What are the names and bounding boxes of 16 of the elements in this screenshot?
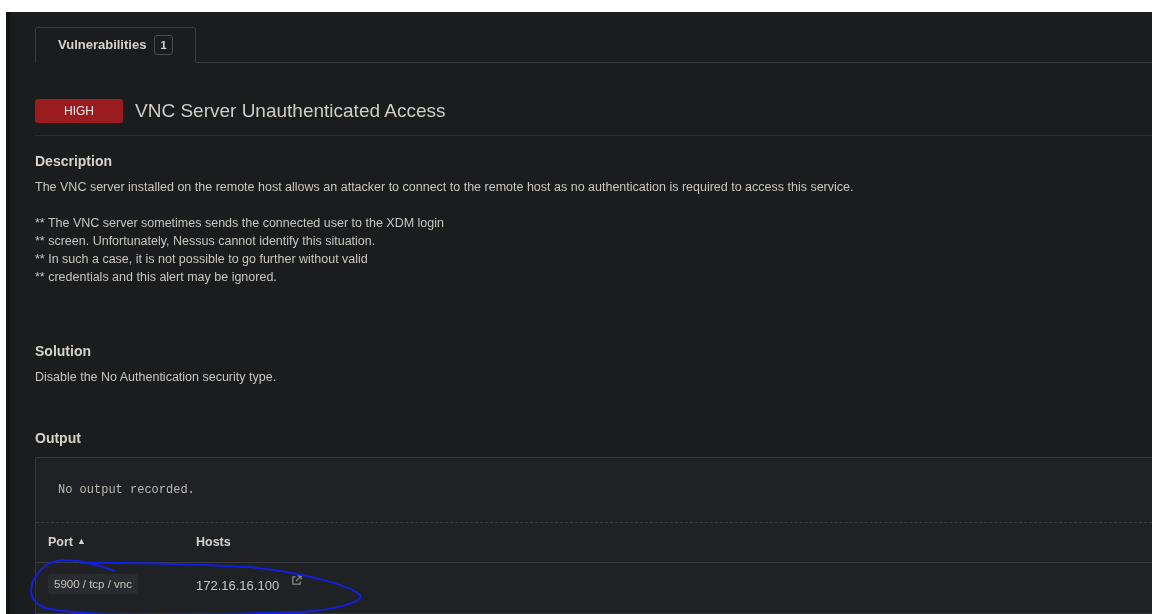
severity-badge: HIGH bbox=[35, 99, 123, 124]
column-header[interactable]: Port ▲ bbox=[48, 532, 196, 552]
host-link[interactable]: 172.16.16.100 bbox=[196, 575, 280, 596]
solution-text: Disable the No Authentication security type. bbox=[35, 368, 277, 386]
vulnerability-title: VNC Server Unauthenticated Access bbox=[135, 99, 446, 123]
output-text: No output recorded. bbox=[58, 481, 195, 499]
section-heading: Description bbox=[35, 151, 112, 171]
count-badge: 1 bbox=[154, 35, 173, 55]
port-tag: 5900 / tcp / vnc bbox=[48, 573, 138, 594]
section-heading: Output bbox=[35, 428, 81, 448]
description-text: The VNC server installed on the remote host allows an attacker to connect to the remote host as no authentication is required to access this service. bbox=[35, 178, 854, 196]
tab[interactable]: Vulnerabilities 1 bbox=[35, 27, 196, 63]
description-text: ** The VNC server sometimes sends the connected user to the XDM login ** screen. Unfortunately, Nessus cannot identify this situation. ** In such a case, it is not possible to go further without valid ** credentials and this alert may be ignored. bbox=[35, 214, 444, 286]
column-header[interactable]: Hosts bbox=[196, 532, 231, 552]
section-heading: Solution bbox=[35, 341, 91, 361]
external-link-icon[interactable] bbox=[291, 575, 303, 586]
